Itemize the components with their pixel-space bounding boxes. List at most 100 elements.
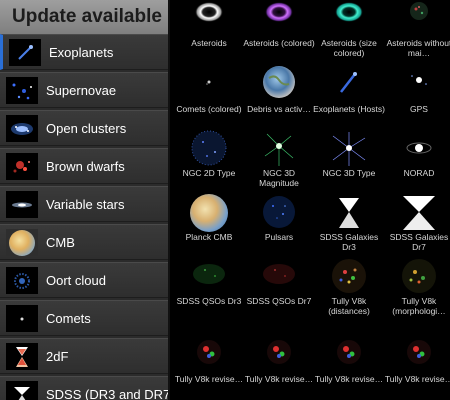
- cmb-thumbnail: [6, 229, 38, 256]
- sidebar-item-label: Exoplanets: [49, 45, 114, 60]
- dataset-tile-comets-colored[interactable]: Comets (colored): [174, 66, 244, 130]
- dataset-tile-asteroids-colored[interactable]: Asteroids (colored): [243, 0, 315, 64]
- tile-caption: Tully V8k revise…: [384, 374, 450, 384]
- dataset-tile-ngc-3d-type[interactable]: NGC 3D Type: [314, 130, 384, 194]
- sdss-qsos-dr7-preview: [257, 258, 301, 298]
- tile-caption: SDSS QSOs Dr7: [246, 296, 312, 306]
- dataset-tile-ngc-2d-type[interactable]: NGC 2D Type: [174, 130, 244, 194]
- tully-v8k-revised-preview: [257, 336, 301, 376]
- tile-caption: SDSS Galaxies Dr7: [389, 232, 449, 252]
- sidebar-item-label: Open clusters: [46, 121, 127, 136]
- tile-caption: Debris vs activ…: [247, 104, 311, 114]
- dataset-tile-tully-v8k-distances[interactable]: Tully V8k (distances): [314, 258, 384, 322]
- dataset-tile-sdss-galaxies-dr7[interactable]: SDSS Galaxies Dr7: [384, 194, 450, 258]
- planck-cmb-preview: [187, 194, 231, 234]
- tully-v8k-revised-preview: [187, 336, 231, 376]
- sidebar-item-oort-cloud[interactable]: Oort cloud: [0, 262, 168, 298]
- update-available-label: Update available: [12, 6, 162, 27]
- tile-caption: Tully V8k (distances): [328, 296, 370, 316]
- dataset-tile-asteroids-size-colored[interactable]: Asteroids (size colored): [314, 0, 384, 64]
- sidebar-item-exoplanets[interactable]: Exoplanets: [0, 34, 168, 70]
- dataset-tile-tully-v8k-revised-2[interactable]: Tully V8k revise…: [244, 336, 314, 400]
- supernovae-thumbnail: [6, 77, 38, 104]
- sidebar-item-label: CMB: [46, 235, 75, 250]
- sdss-galaxies-dr3-preview: [327, 194, 371, 234]
- dataset-tile-gps[interactable]: GPS: [384, 66, 450, 130]
- dataset-tile-tully-v8k-revised-4[interactable]: Tully V8k revise…: [384, 336, 450, 400]
- tile-caption: Tully V8k (morphologi…: [392, 296, 446, 316]
- sidebar-item-2df[interactable]: 2dF: [0, 338, 168, 374]
- 2df-thumbnail: [6, 343, 38, 370]
- dataset-tile-sdss-qsos-dr7[interactable]: SDSS QSOs Dr7: [244, 258, 314, 322]
- asteroids-colored-preview: [257, 0, 301, 40]
- open-clusters-thumbnail: [6, 115, 38, 142]
- exoplanets-thumbnail: [9, 39, 41, 66]
- dataset-tile-asteroids-without-main[interactable]: Asteroids without mai…: [384, 0, 450, 64]
- dataset-tile-norad[interactable]: NORAD: [384, 130, 450, 194]
- tully-v8k-morphology-preview: [397, 258, 441, 298]
- dataset-tile-tully-v8k-revised-1[interactable]: Tully V8k revise…: [174, 336, 244, 400]
- tully-v8k-revised-preview: [327, 336, 371, 376]
- sdss-thumbnail: [6, 381, 38, 400]
- tile-caption: Tully V8k revise…: [314, 374, 384, 384]
- sidebar-item-label: Supernovae: [46, 83, 117, 98]
- sidebar-item-label: Oort cloud: [46, 273, 106, 288]
- sidebar-item-comets[interactable]: Comets: [0, 300, 168, 336]
- dataset-tile-sdss-qsos-dr3[interactable]: SDSS QSOs Dr3: [174, 258, 244, 322]
- dataset-sidebar: Update available Exoplanets Supernovae O…: [0, 0, 168, 400]
- sidebar-item-label: Variable stars: [46, 197, 125, 212]
- comets-colored-preview: [187, 66, 231, 106]
- sidebar-item-label: Comets: [46, 311, 91, 326]
- update-available-banner[interactable]: Update available: [0, 0, 168, 35]
- sidebar-item-sdss[interactable]: SDSS (DR3 and DR7): [0, 376, 168, 400]
- sidebar-item-brown-dwarfs[interactable]: Brown dwarfs: [0, 148, 168, 184]
- sidebar-item-label: SDSS (DR3 and DR7): [46, 387, 168, 400]
- sidebar-item-label: 2dF: [46, 349, 69, 364]
- ngc-3d-magnitude-preview: [257, 130, 301, 170]
- tile-caption: Planck CMB: [185, 232, 233, 242]
- sidebar-item-label: Brown dwarfs: [46, 159, 125, 174]
- tile-caption: NGC 2D Type: [182, 168, 236, 178]
- dataset-tile-planck-cmb[interactable]: Planck CMB: [174, 194, 244, 258]
- tile-caption: Exoplanets (Hosts): [313, 104, 385, 114]
- tile-caption: Pulsars: [264, 232, 294, 242]
- sdss-qsos-dr3-preview: [187, 258, 231, 298]
- sidebar-item-open-clusters[interactable]: Open clusters: [0, 110, 168, 146]
- tile-caption: Asteroids without mai…: [386, 38, 450, 58]
- sidebar-item-cmb[interactable]: CMB: [0, 224, 168, 260]
- asteroids-preview: [187, 0, 231, 40]
- sdss-galaxies-dr7-preview: [397, 194, 441, 234]
- norad-preview: [397, 130, 441, 170]
- dataset-tile-pulsars[interactable]: Pulsars: [244, 194, 314, 258]
- dataset-tile-tully-v8k-revised-3[interactable]: Tully V8k revise…: [314, 336, 384, 400]
- comets-thumbnail: [6, 305, 38, 332]
- asteroids-size-colored-preview: [327, 0, 371, 40]
- exoplanets-hosts-preview: [327, 66, 371, 106]
- brown-dwarfs-thumbnail: [6, 153, 38, 180]
- tile-caption: Asteroids (colored): [243, 38, 315, 48]
- dataset-tile-asteroids[interactable]: Asteroids: [174, 0, 244, 64]
- dataset-tile-ngc-3d-magnitude[interactable]: NGC 3D Magnitude: [244, 130, 314, 194]
- dataset-tile-sdss-galaxies-dr3[interactable]: SDSS Galaxies Dr3: [314, 194, 384, 258]
- pulsars-preview: [257, 194, 301, 234]
- tile-caption: Asteroids: [191, 38, 227, 48]
- tully-v8k-distances-preview: [327, 258, 371, 298]
- tile-caption: Asteroids (size colored): [321, 38, 377, 58]
- asteroids-without-main-preview: [397, 0, 441, 40]
- tile-caption: Tully V8k revise…: [244, 374, 314, 384]
- sidebar-item-supernovae[interactable]: Supernovae: [0, 72, 168, 108]
- sidebar-item-variable-stars[interactable]: Variable stars: [0, 186, 168, 222]
- dataset-tile-debris-vs-active[interactable]: Debris vs activ…: [244, 66, 314, 130]
- tile-caption: GPS: [410, 104, 428, 114]
- tile-caption: Comets (colored): [176, 104, 242, 114]
- dataset-tile-tully-v8k-morphology[interactable]: Tully V8k (morphologi…: [384, 258, 450, 322]
- tully-v8k-revised-preview: [397, 336, 441, 376]
- gps-preview: [397, 66, 441, 106]
- dataset-tile-exoplanets-hosts[interactable]: Exoplanets (Hosts): [313, 66, 385, 130]
- ngc-2d-type-preview: [187, 130, 231, 170]
- tile-caption: Tully V8k revise…: [174, 374, 244, 384]
- tile-caption: NORAD: [403, 168, 435, 178]
- debris-vs-active-preview: [257, 66, 301, 106]
- tile-caption: SDSS Galaxies Dr3: [319, 232, 379, 252]
- tile-caption: NGC 3D Type: [322, 168, 376, 178]
